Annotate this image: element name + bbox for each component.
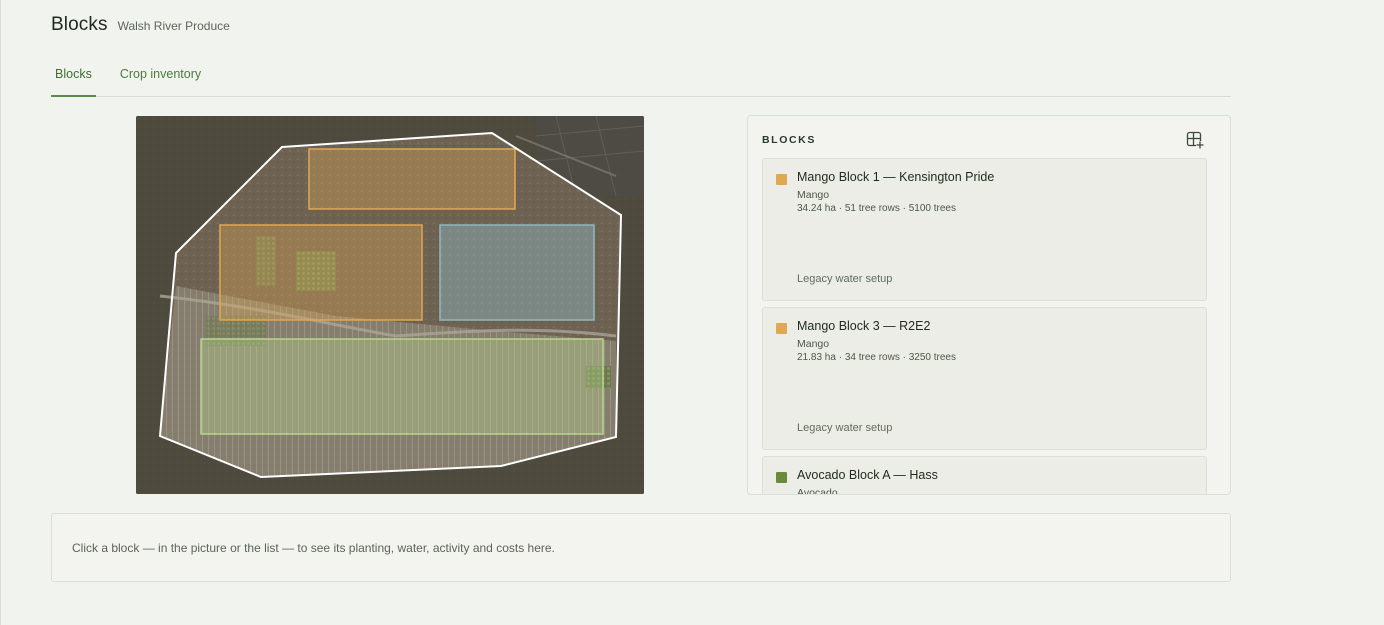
tab-blocks[interactable]: Blocks — [51, 60, 96, 97]
blocks-panel: BLOCKS Mango Block 1 — Kensington Pride … — [747, 115, 1231, 495]
add-block-icon[interactable] — [1186, 131, 1204, 149]
page-subtitle: Walsh River Produce — [117, 19, 230, 33]
tab-crop-inventory[interactable]: Crop inventory — [116, 60, 205, 97]
tab-bar: Blocks Crop inventory — [51, 60, 1231, 97]
block-stats: 21.83 ha · 34 tree rows · 3250 trees — [797, 352, 956, 363]
block-color-swatch — [776, 472, 787, 483]
block-detail-placeholder: Click a block — in the picture or the li… — [51, 513, 1231, 582]
block-crop: Avocado — [797, 487, 838, 495]
block-crop: Mango — [797, 338, 830, 350]
map-block-mango-north[interactable] — [308, 148, 516, 210]
blocks-list: Mango Block 1 — Kensington Pride Mango 3… — [762, 158, 1207, 495]
detail-hint-text: Click a block — in the picture or the li… — [72, 541, 555, 555]
block-name: Mango Block 3 — R2E2 — [797, 319, 931, 333]
map-block-avocado[interactable] — [200, 338, 604, 435]
blocks-panel-title: BLOCKS — [762, 134, 816, 146]
block-color-swatch — [776, 323, 787, 334]
block-water-setup: Legacy water setup — [797, 273, 893, 285]
map-block-water[interactable] — [439, 224, 595, 321]
page-edge — [0, 0, 1, 625]
page-header: Blocks Walsh River Produce — [51, 14, 230, 36]
block-card-mango-3[interactable]: Mango Block 3 — R2E2 Mango 21.83 ha · 34… — [762, 307, 1207, 450]
map-block-mango-1[interactable] — [219, 224, 423, 321]
aerial-farm-image[interactable] — [136, 116, 644, 494]
block-stats: 34.24 ha · 51 tree rows · 5100 trees — [797, 203, 956, 214]
page-title: Blocks — [51, 14, 108, 35]
block-name: Mango Block 1 — Kensington Pride — [797, 170, 995, 184]
block-card-mango-1[interactable]: Mango Block 1 — Kensington Pride Mango 3… — [762, 158, 1207, 301]
block-crop: Mango — [797, 189, 830, 201]
farm-map[interactable] — [136, 116, 644, 494]
block-color-swatch — [776, 174, 787, 185]
block-water-setup: Legacy water setup — [797, 422, 893, 434]
block-name: Avocado Block A — Hass — [797, 468, 938, 482]
block-card-avocado-a[interactable]: Avocado Block A — Hass Avocado — [762, 456, 1207, 495]
